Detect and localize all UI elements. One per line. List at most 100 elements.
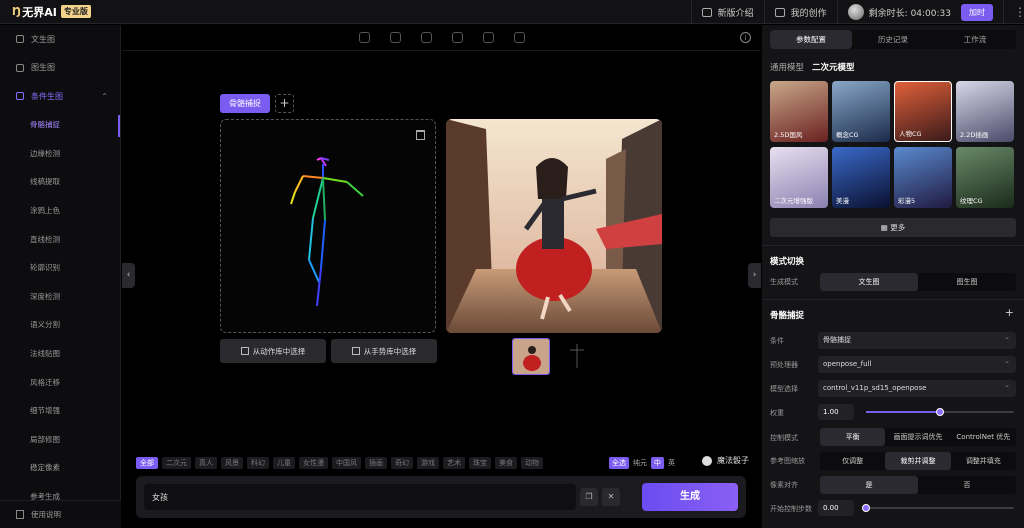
model-card[interactable]: 美漫: [832, 147, 890, 208]
add-time-button[interactable]: 加时: [961, 3, 993, 21]
preprocessor-select[interactable]: openpose_full: [818, 353, 1016, 373]
collapse-right-button[interactable]: ›: [748, 263, 761, 288]
weight-input[interactable]: 1.00: [818, 404, 854, 420]
face-icon[interactable]: [420, 32, 432, 43]
hand-icon[interactable]: [451, 32, 463, 43]
sidebar-item-text2img[interactable]: 文生图: [0, 25, 120, 54]
weight-slider[interactable]: [866, 408, 1014, 416]
tag-item[interactable]: 女性漫: [299, 457, 328, 469]
tag-item[interactable]: 动物: [521, 457, 543, 469]
model-card[interactable]: 2.5D国风: [770, 81, 828, 142]
palette-icon[interactable]: [358, 32, 370, 43]
ref-resize-fill[interactable]: 调整并填充: [951, 452, 1016, 470]
more-models-button[interactable]: ▦ 更多: [770, 218, 1016, 237]
model-card[interactable]: 概念CG: [832, 81, 890, 142]
action-library-button[interactable]: 从动作库中选择: [220, 339, 326, 363]
tag-item[interactable]: 二次元: [162, 457, 191, 469]
result-thumbnail[interactable]: [512, 338, 550, 375]
sidebar-sub-item[interactable]: 局部修图: [0, 425, 120, 454]
sidebar-sub-item[interactable]: 稳定像素: [0, 454, 120, 483]
tag-item[interactable]: 奇幻: [391, 457, 413, 469]
tag-item[interactable]: 风景: [221, 457, 243, 469]
tag-item[interactable]: 全部: [136, 457, 158, 469]
sidebar-sub-item[interactable]: 轮廓识别: [0, 253, 120, 282]
tab-params[interactable]: 参数配置: [770, 30, 852, 49]
magic-dice-button[interactable]: 魔法骰子: [702, 455, 749, 466]
export-icon[interactable]: [513, 32, 525, 43]
sidebar-sub-item[interactable]: 线稿提取: [0, 168, 120, 197]
generate-button[interactable]: 生成: [642, 483, 738, 511]
collapse-left-button[interactable]: ‹: [122, 263, 135, 288]
model-card[interactable]: 2.2D插画: [956, 81, 1014, 142]
tag-item[interactable]: 中国风: [332, 457, 361, 469]
ctrl-prompt-priority[interactable]: 画面提示词优先: [885, 428, 950, 446]
model-select[interactable]: control_v11p_sd15_openpose: [818, 377, 1016, 397]
ref-crop-resize[interactable]: 裁剪并调整: [885, 452, 951, 470]
lang-cn-toggle[interactable]: 中: [651, 457, 664, 469]
mode-img2img[interactable]: 图生图: [918, 273, 1016, 291]
tab-workflow[interactable]: 工作流: [934, 30, 1016, 49]
sidebar-item-img2img[interactable]: 图生图: [0, 54, 120, 83]
model-card[interactable]: 彩漫5: [894, 147, 952, 208]
mode-text2img[interactable]: 文生图: [820, 273, 918, 291]
start-slider-knob[interactable]: [862, 504, 870, 512]
select-all-toggle[interactable]: 全选: [609, 457, 629, 469]
start-step-slider[interactable]: [862, 504, 1014, 512]
help-link[interactable]: 使用说明: [0, 500, 121, 528]
tag-item[interactable]: 真人: [195, 457, 217, 469]
sidebar-item-conditional[interactable]: 条件生图 ⌃: [0, 82, 120, 111]
lang-en-toggle[interactable]: 英: [668, 458, 675, 468]
pixel-no[interactable]: 否: [918, 476, 1016, 494]
weight-slider-knob[interactable]: [936, 408, 944, 416]
model-card[interactable]: 纹理CG: [956, 147, 1014, 208]
fullscreen-icon[interactable]: [482, 32, 494, 43]
ctrl-balanced[interactable]: 平衡: [820, 428, 886, 446]
ctrl-controlnet-priority[interactable]: ControlNet 优先: [951, 428, 1016, 446]
copy-icon[interactable]: ❐: [580, 488, 598, 506]
more-menu-icon[interactable]: ⋮: [1003, 0, 1024, 24]
tag-item[interactable]: 插画: [365, 457, 387, 469]
new-intro-button[interactable]: 新版介绍: [690, 0, 764, 24]
result-image[interactable]: [446, 119, 662, 333]
model-card-label: 概念CG: [836, 131, 859, 139]
tag-item[interactable]: 游戏: [417, 457, 439, 469]
chevron-up-icon[interactable]: ⌃: [101, 92, 108, 101]
tag-item[interactable]: 珠宝: [469, 457, 491, 469]
sidebar-sub-item[interactable]: 直线检测: [0, 225, 120, 254]
sidebar-sub-item[interactable]: 语义分割: [0, 311, 120, 340]
logo[interactable]: Ŋ 无界AI 专业版: [0, 0, 91, 24]
pose-thumbnail[interactable]: [558, 338, 596, 375]
sidebar-sub-item[interactable]: 法线贴图: [0, 339, 120, 368]
pure-toggle[interactable]: 纯元: [633, 458, 647, 468]
clear-icon[interactable]: ✕: [602, 488, 620, 506]
layer-icon[interactable]: [389, 32, 401, 43]
prompt-input[interactable]: [144, 484, 576, 510]
tag-item[interactable]: 儿童: [273, 457, 295, 469]
add-tab-button[interactable]: +: [275, 94, 294, 113]
sidebar-sub-item[interactable]: 深度检测: [0, 282, 120, 311]
tag-item[interactable]: 美食: [495, 457, 517, 469]
sidebar-sub-item[interactable]: 边缘检测: [0, 139, 120, 168]
sidebar-sub-item[interactable]: 风格迁移: [0, 368, 120, 397]
model-value[interactable]: 二次元模型: [812, 63, 855, 73]
start-step-input[interactable]: 0.00: [818, 500, 854, 516]
sidebar-sub-item[interactable]: 骨骼捕捉: [0, 111, 120, 140]
sidebar-sub-item[interactable]: 细节增强: [0, 396, 120, 425]
gesture-library-button[interactable]: 从手势库中选择: [331, 339, 437, 363]
info-icon[interactable]: i: [740, 32, 751, 43]
model-card[interactable]: 人物CG: [894, 81, 952, 142]
pixel-yes[interactable]: 是: [820, 476, 918, 494]
model-card[interactable]: 二次元增强版: [770, 147, 828, 208]
tab-pose-capture[interactable]: 骨骼捕捉: [220, 94, 270, 113]
grid-icon: [351, 347, 360, 355]
pose-canvas[interactable]: [220, 119, 436, 333]
tab-history[interactable]: 历史记录: [852, 30, 934, 49]
ref-resize-only[interactable]: 仅调整: [820, 452, 885, 470]
tag-item[interactable]: 艺术: [443, 457, 465, 469]
tag-item[interactable]: 科幻: [247, 457, 269, 469]
my-creation-button[interactable]: 我的创作: [763, 0, 837, 24]
sidebar-sub-item[interactable]: 涂鸦上色: [0, 196, 120, 225]
avatar[interactable]: [847, 4, 864, 20]
add-condition-icon[interactable]: +: [1005, 306, 1014, 319]
condition-select[interactable]: 骨骼捕捉: [818, 329, 1016, 349]
